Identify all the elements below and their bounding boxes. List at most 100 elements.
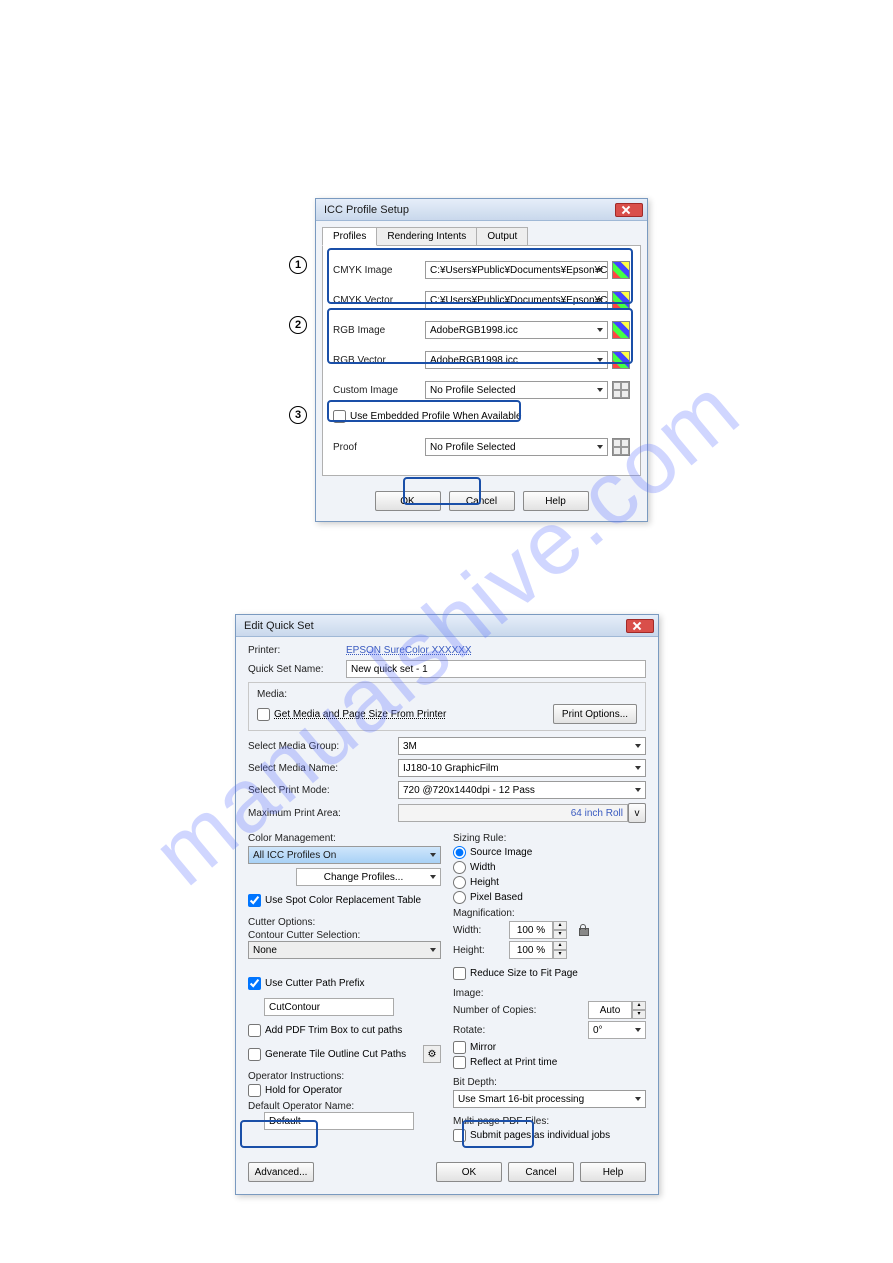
icc-button-row: OK Cancel Help bbox=[316, 483, 647, 521]
select-media-name-label: Select Media Name: bbox=[248, 763, 398, 774]
spin-down-icon[interactable]: ▾ bbox=[553, 950, 567, 959]
swatch-icon[interactable] bbox=[612, 291, 630, 309]
rotate-dropdown[interactable]: 0° bbox=[588, 1021, 646, 1039]
eqs-title: Edit Quick Set bbox=[244, 620, 314, 632]
spin-down-icon[interactable]: ▾ bbox=[632, 1010, 646, 1019]
lock-icon[interactable] bbox=[579, 924, 589, 936]
cmyk-vector-dropdown[interactable]: C:¥Users¥Public¥Documents¥Epson¥C bbox=[425, 291, 608, 309]
printer-link[interactable]: EPSON SureColor XXXXXX bbox=[346, 645, 472, 656]
multipage-label: Multi-page PDF Files: bbox=[453, 1116, 646, 1127]
get-media-label: Get Media and Page Size From Printer bbox=[274, 709, 446, 720]
select-media-name-dropdown[interactable]: IJ180-10 GraphicFilm bbox=[398, 759, 646, 777]
reflect-checkbox[interactable] bbox=[453, 1056, 466, 1069]
sizing-height-label: Height bbox=[470, 877, 499, 888]
use-spot-checkbox[interactable] bbox=[248, 894, 261, 907]
icc-tabpanel: CMYK Image C:¥Users¥Public¥Documents¥Eps… bbox=[322, 245, 641, 476]
cmyk-image-label: CMYK Image bbox=[333, 265, 425, 276]
grid-icon[interactable] bbox=[612, 438, 630, 456]
reduce-fit-checkbox[interactable] bbox=[453, 967, 466, 980]
close-icon[interactable] bbox=[626, 619, 654, 633]
advanced-button[interactable]: Advanced... bbox=[248, 1162, 314, 1182]
cancel-button[interactable]: Cancel bbox=[449, 491, 515, 511]
sizing-width-label: Width bbox=[470, 862, 496, 873]
image-section-label: Image: bbox=[453, 988, 646, 999]
swatch-icon[interactable] bbox=[612, 321, 630, 339]
gen-tile-outline-label: Generate Tile Outline Cut Paths bbox=[265, 1049, 406, 1060]
bit-depth-dropdown[interactable]: Use Smart 16-bit processing bbox=[453, 1090, 646, 1108]
cutter-options-label: Cutter Options: bbox=[248, 917, 441, 928]
sizing-height-radio[interactable] bbox=[453, 876, 466, 889]
ok-button[interactable]: OK bbox=[375, 491, 441, 511]
grid-icon[interactable] bbox=[612, 381, 630, 399]
quick-set-name-input[interactable] bbox=[346, 660, 646, 678]
rgb-image-label: RGB Image bbox=[333, 325, 425, 336]
callout-3: 3 bbox=[289, 406, 307, 424]
cancel-button[interactable]: Cancel bbox=[508, 1162, 574, 1182]
quick-set-name-label: Quick Set Name: bbox=[248, 664, 346, 675]
tab-output[interactable]: Output bbox=[476, 227, 528, 246]
use-cutter-prefix-checkbox[interactable] bbox=[248, 977, 261, 990]
mag-height-input[interactable] bbox=[509, 941, 553, 959]
rgb-vector-dropdown[interactable]: AdobeRGB1998.icc bbox=[425, 351, 608, 369]
close-icon[interactable] bbox=[615, 203, 643, 217]
tab-rendering-intents[interactable]: Rendering Intents bbox=[376, 227, 477, 246]
add-pdf-trim-label: Add PDF Trim Box to cut paths bbox=[265, 1025, 402, 1036]
contour-cutter-dropdown[interactable]: None bbox=[248, 941, 441, 959]
get-media-checkbox[interactable] bbox=[257, 708, 270, 721]
select-media-group-dropdown[interactable]: 3M bbox=[398, 737, 646, 755]
select-print-mode-dropdown[interactable]: 720 @720x1440dpi - 12 Pass bbox=[398, 781, 646, 799]
sizing-width-radio[interactable] bbox=[453, 861, 466, 874]
mirror-checkbox[interactable] bbox=[453, 1041, 466, 1054]
sizing-rule-label: Sizing Rule: bbox=[453, 833, 646, 844]
rgb-vector-label: RGB Vector bbox=[333, 355, 425, 366]
operator-instructions-label: Operator Instructions: bbox=[248, 1071, 441, 1082]
swatch-icon[interactable] bbox=[612, 351, 630, 369]
bit-depth-label: Bit Depth: bbox=[453, 1077, 646, 1088]
rgb-image-dropdown[interactable]: AdobeRGB1998.icc bbox=[425, 321, 608, 339]
reduce-fit-label: Reduce Size to Fit Page bbox=[470, 968, 578, 979]
sizing-source-label: Source Image bbox=[470, 847, 532, 858]
color-management-label: Color Management: bbox=[248, 833, 441, 844]
use-cutter-prefix-label: Use Cutter Path Prefix bbox=[265, 978, 364, 989]
spin-up-icon[interactable]: ▴ bbox=[553, 941, 567, 950]
add-pdf-trim-checkbox[interactable] bbox=[248, 1024, 261, 1037]
num-copies-input[interactable] bbox=[588, 1001, 632, 1019]
use-embedded-checkbox[interactable] bbox=[333, 410, 346, 423]
mag-width-input[interactable] bbox=[509, 921, 553, 939]
select-media-group-label: Select Media Group: bbox=[248, 741, 398, 752]
max-print-area-v-button[interactable]: v bbox=[628, 803, 646, 823]
contour-cutter-label: Contour Cutter Selection: bbox=[248, 930, 441, 941]
mag-height-label: Height: bbox=[453, 945, 503, 956]
change-profiles-dropdown[interactable]: Change Profiles... bbox=[296, 868, 441, 886]
spin-up-icon[interactable]: ▴ bbox=[553, 921, 567, 930]
gear-icon[interactable]: ⚙ bbox=[423, 1045, 441, 1063]
cutter-prefix-input[interactable] bbox=[264, 998, 394, 1016]
magnification-label: Magnification: bbox=[453, 908, 646, 919]
help-button[interactable]: Help bbox=[523, 491, 589, 511]
icc-titlebar: ICC Profile Setup bbox=[316, 199, 647, 221]
callout-2: 2 bbox=[289, 316, 307, 334]
submit-pages-checkbox[interactable] bbox=[453, 1129, 466, 1142]
gen-tile-outline-checkbox[interactable] bbox=[248, 1048, 261, 1061]
custom-image-label: Custom Image bbox=[333, 385, 425, 396]
tab-profiles[interactable]: Profiles bbox=[322, 227, 377, 246]
default-operator-name-label: Default Operator Name: bbox=[248, 1101, 441, 1112]
spin-down-icon[interactable]: ▾ bbox=[553, 930, 567, 939]
cmyk-image-dropdown[interactable]: C:¥Users¥Public¥Documents¥Epson¥C bbox=[425, 261, 608, 279]
custom-image-dropdown[interactable]: No Profile Selected bbox=[425, 381, 608, 399]
mag-width-label: Width: bbox=[453, 925, 503, 936]
all-icc-profiles-dropdown[interactable]: All ICC Profiles On bbox=[248, 846, 441, 864]
proof-label: Proof bbox=[333, 442, 425, 453]
swatch-icon[interactable] bbox=[612, 261, 630, 279]
ok-button[interactable]: OK bbox=[436, 1162, 502, 1182]
help-button[interactable]: Help bbox=[580, 1162, 646, 1182]
hold-operator-checkbox[interactable] bbox=[248, 1084, 261, 1097]
printer-label: Printer: bbox=[248, 645, 346, 656]
sizing-source-radio[interactable] bbox=[453, 846, 466, 859]
proof-dropdown[interactable]: No Profile Selected bbox=[425, 438, 608, 456]
spin-up-icon[interactable]: ▴ bbox=[632, 1001, 646, 1010]
default-operator-input[interactable] bbox=[264, 1112, 414, 1130]
sizing-pixel-radio[interactable] bbox=[453, 891, 466, 904]
max-print-area-value: 64 inch Roll bbox=[398, 804, 628, 822]
print-options-button[interactable]: Print Options... bbox=[553, 704, 637, 724]
